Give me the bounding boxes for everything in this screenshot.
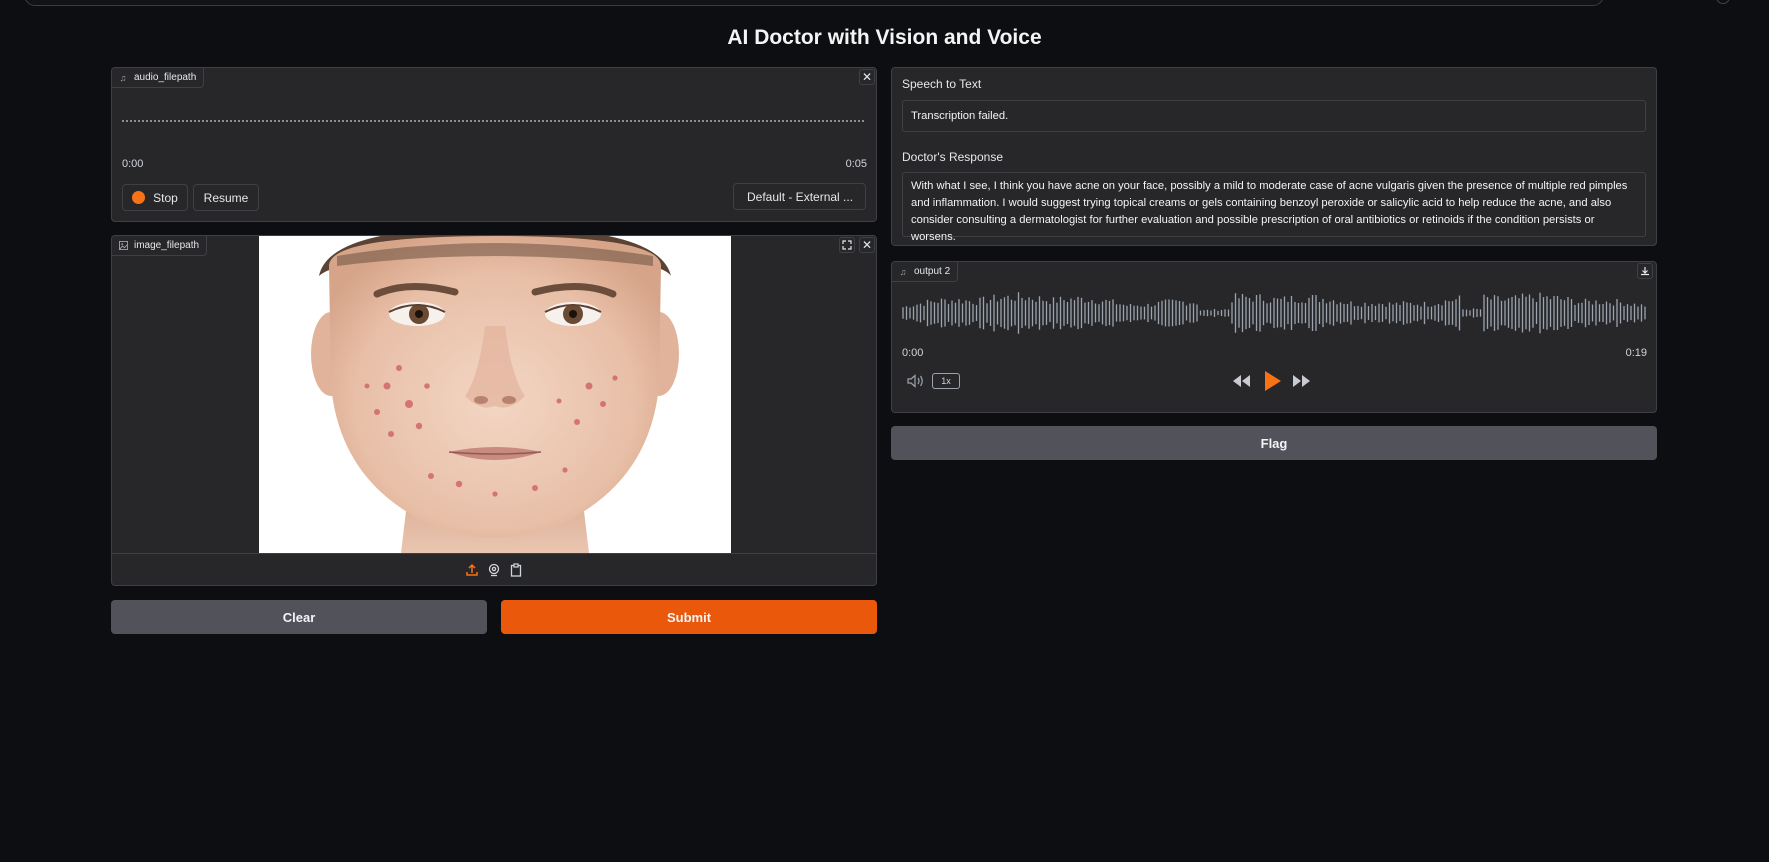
recording-waveform[interactable] (122, 118, 866, 124)
stop-recording-button[interactable]: Stop (122, 184, 188, 211)
playback-speed-button[interactable]: 1x (932, 373, 960, 389)
webcam-icon[interactable] (487, 563, 501, 577)
download-icon[interactable] (1637, 263, 1653, 279)
browser-profile-icon[interactable] (1716, 0, 1730, 4)
page-title: AI Doctor with Vision and Voice (727, 26, 1042, 49)
output-time-start: 0:00 (902, 347, 924, 359)
audio-input-label: audio_filepath (134, 72, 197, 83)
audio-time-end: 0:05 (845, 158, 867, 170)
fullscreen-icon[interactable] (839, 237, 855, 253)
browser-top-strip (0, 0, 1769, 10)
doctor-response-label: Doctor's Response (902, 150, 1004, 164)
audio-input-label-tag: ♫ audio_filepath (112, 68, 205, 88)
audio-input-block: ♫ audio_filepath ✕ 0:00 0:05 Stop Resume… (111, 67, 877, 222)
microphone-device-value: Default - External ... (747, 189, 854, 204)
output-time-end: 0:19 (1625, 347, 1647, 359)
image-input-label: image_filepath (134, 240, 200, 251)
browser-address-bar[interactable] (24, 0, 1604, 6)
clear-button[interactable]: Clear (111, 600, 487, 634)
text-output-block: Speech to Text Transcription failed. Doc… (891, 67, 1657, 246)
fast-forward-icon[interactable] (1291, 373, 1311, 389)
speech-to-text-label: Speech to Text (902, 77, 982, 91)
volume-icon[interactable] (907, 374, 925, 388)
rewind-icon[interactable] (1232, 373, 1252, 389)
output-waveform[interactable] (902, 290, 1646, 336)
music-note-icon: ♫ (119, 72, 127, 83)
upload-icon[interactable] (465, 563, 479, 577)
resume-button-label: Resume (203, 190, 249, 205)
audio-time-start: 0:00 (122, 158, 144, 170)
music-note-icon: ♫ (899, 266, 907, 277)
doctor-response-output[interactable]: With what I see, I think you have acne o… (902, 172, 1646, 243)
flag-button[interactable]: Flag (891, 426, 1657, 460)
submit-button[interactable]: Submit (501, 600, 877, 634)
image-icon (118, 241, 128, 251)
image-input-label-tag: image_filepath (112, 236, 208, 256)
image-clear-close-icon[interactable]: ✕ (859, 237, 875, 253)
output-audio-block: ♫ output 2 0:00 0:19 1x (891, 261, 1657, 413)
microphone-device-select[interactable]: Default - External ... (733, 183, 866, 210)
output-audio-label-tag: ♫ output 2 (892, 262, 959, 282)
uploaded-face-image[interactable] (259, 236, 731, 553)
stop-button-label: Stop (153, 190, 178, 205)
resume-recording-button[interactable]: Resume (193, 184, 259, 211)
image-source-toolbar (112, 553, 876, 585)
output-audio-label: output 2 (914, 266, 951, 277)
speech-to-text-output[interactable]: Transcription failed. (902, 100, 1646, 132)
clipboard-icon[interactable] (509, 562, 523, 577)
audio-clear-close-icon[interactable]: ✕ (859, 69, 875, 85)
record-dot-icon (132, 191, 146, 204)
play-icon[interactable] (1264, 370, 1282, 392)
